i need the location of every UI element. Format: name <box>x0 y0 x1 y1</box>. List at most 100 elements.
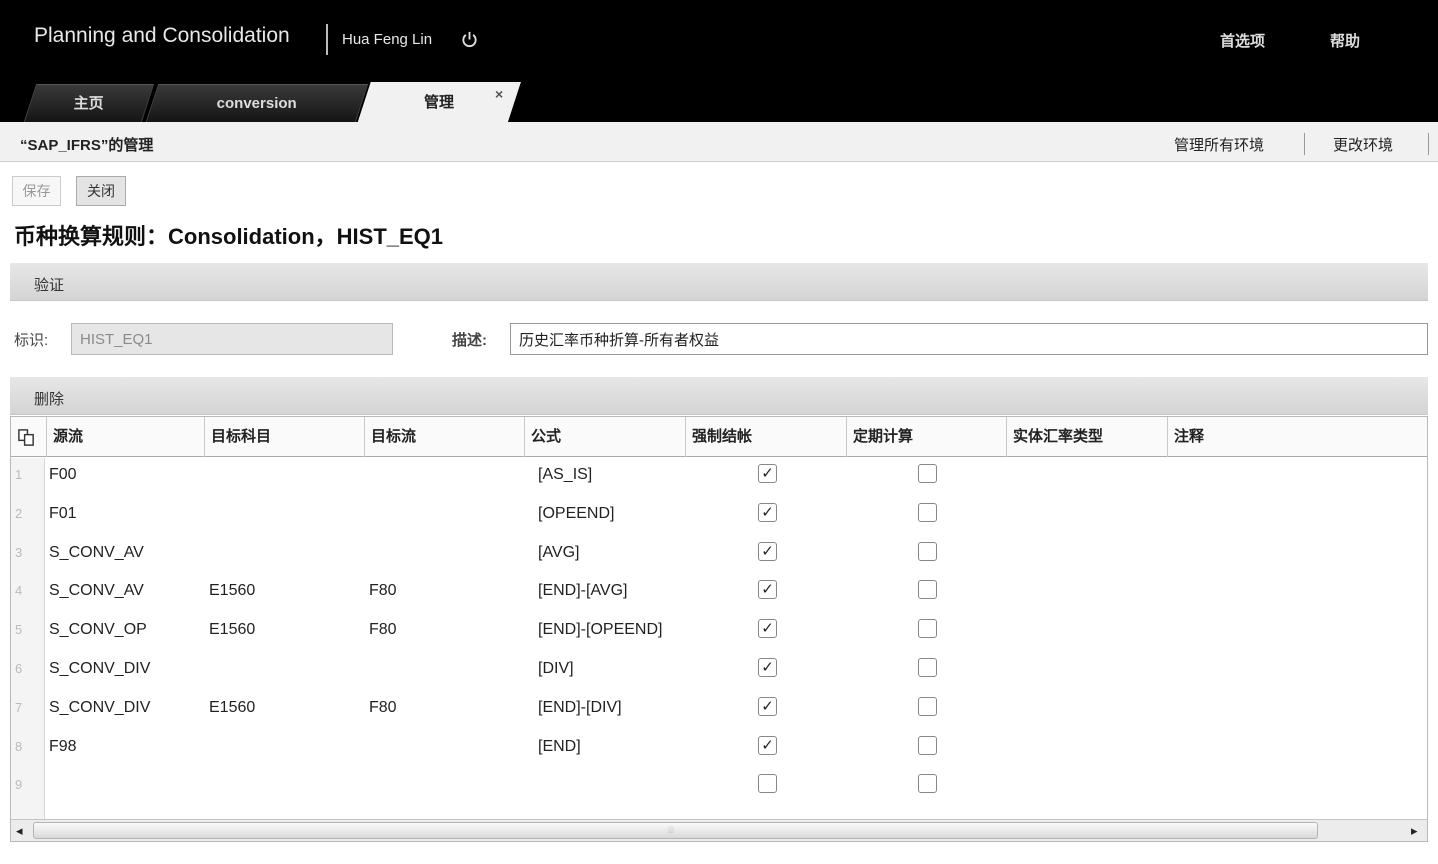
column-header-target-account[interactable]: 目标科目 <box>205 417 365 457</box>
manage-all-envs-link[interactable]: 管理所有环境 <box>1174 134 1264 155</box>
grid-header: 源流 目标科目 目标流 公式 强制结帐 定期计算 实体汇率类型 注释 <box>11 417 1427 457</box>
scroll-left-arrow-icon[interactable]: ◂ <box>16 823 23 839</box>
row-number: 5 <box>15 622 23 638</box>
target-account-cell[interactable]: E1560 <box>209 699 255 717</box>
table-row[interactable]: 8 F98 [END] ✓ <box>11 728 1427 767</box>
periodic-calc-checkbox[interactable] <box>918 658 937 677</box>
delete-label[interactable]: 删除 <box>34 388 64 409</box>
checkmark-icon: ✓ <box>761 503 774 521</box>
force-close-checkbox[interactable]: ✓ <box>758 619 777 639</box>
tab-home-label: 主页 <box>73 95 104 112</box>
source-flow-cell[interactable]: F98 <box>49 738 77 756</box>
id-field <box>71 323 393 355</box>
column-header-force-close[interactable]: 强制结帐 <box>686 417 847 457</box>
grip-icon: ⦙⦙⦙ <box>668 825 675 835</box>
periodic-calc-checkbox[interactable] <box>918 619 937 639</box>
formula-cell[interactable]: [OPEEND] <box>538 505 614 523</box>
column-header-note[interactable]: 注释 <box>1168 417 1427 457</box>
change-env-link[interactable]: 更改环境 <box>1333 134 1393 155</box>
force-close-checkbox[interactable]: ✓ <box>758 658 777 677</box>
force-close-checkbox[interactable]: ✓ <box>758 735 777 755</box>
strip-divider <box>1304 133 1305 155</box>
periodic-calc-checkbox[interactable] <box>918 580 937 600</box>
horizontal-scrollbar[interactable]: ◂ ⦙⦙⦙ ▸ <box>11 819 1427 841</box>
row-number: 6 <box>15 661 23 676</box>
scroll-right-arrow-icon[interactable]: ▸ <box>1411 823 1418 839</box>
force-close-checkbox[interactable] <box>758 774 777 794</box>
force-close-checkbox[interactable]: ✓ <box>758 502 777 522</box>
select-all-header[interactable] <box>11 417 47 457</box>
formula-cell[interactable]: [END]-[AVG] <box>538 582 628 600</box>
description-label: 描述: <box>452 332 487 349</box>
formula-cell[interactable]: [AS_IS] <box>538 466 592 484</box>
periodic-calc-checkbox[interactable] <box>918 541 937 561</box>
table-row[interactable]: 5 S_CONV_OP E1560 F80 [END]-[OPEEND] ✓ <box>11 611 1427 650</box>
power-icon[interactable] <box>460 30 479 49</box>
source-flow-cell[interactable]: S_CONV_DIV <box>49 660 150 678</box>
column-header-formula[interactable]: 公式 <box>525 417 686 457</box>
page-title: 币种换算规则：Consolidation，HIST_EQ1 <box>14 224 444 249</box>
source-flow-cell[interactable]: S_CONV_AV <box>49 544 144 562</box>
scroll-thumb[interactable]: ⦙⦙⦙ <box>33 822 1318 839</box>
save-button[interactable]: 保存 <box>12 176 61 206</box>
checkmark-icon: ✓ <box>761 465 774 482</box>
row-number: 7 <box>15 699 23 715</box>
validation-section-header: 验证 <box>10 263 1428 301</box>
user-name[interactable]: Hua Feng Lin <box>342 31 432 48</box>
preferences-link[interactable]: 首选项 <box>1220 30 1265 51</box>
top-header: Planning and Consolidation Hua Feng Lin … <box>0 0 1438 124</box>
target-flow-cell[interactable]: F80 <box>369 621 397 639</box>
periodic-calc-checkbox[interactable] <box>918 696 937 716</box>
rules-section-header: 删除 <box>10 377 1428 415</box>
column-header-source-flow[interactable]: 源流 <box>47 417 205 457</box>
target-flow-cell[interactable]: F80 <box>369 582 397 600</box>
help-link[interactable]: 帮助 <box>1330 30 1360 51</box>
table-row[interactable]: 9 <box>11 766 1427 805</box>
formula-cell[interactable]: [AVG] <box>538 544 580 562</box>
tab-admin-label: 管理 <box>423 94 454 111</box>
force-close-checkbox[interactable]: ✓ <box>758 580 777 600</box>
tab-home[interactable]: 主页 <box>23 84 155 122</box>
breadcrumb: “SAP_IFRS”的管理 <box>20 137 154 154</box>
formula-cell[interactable]: [DIV] <box>538 660 574 678</box>
copy-rows-icon[interactable] <box>17 428 36 447</box>
tab-conversion[interactable]: conversion <box>145 84 369 122</box>
formula-cell[interactable]: [END] <box>538 738 581 756</box>
periodic-calc-checkbox[interactable] <box>918 774 937 794</box>
close-button[interactable]: 关闭 <box>76 176 126 206</box>
source-flow-cell[interactable]: F01 <box>49 505 77 523</box>
app-title: Planning and Consolidation <box>34 24 290 47</box>
target-account-cell[interactable]: E1560 <box>209 621 255 639</box>
close-icon[interactable]: × <box>495 86 503 102</box>
row-number: 8 <box>15 738 23 754</box>
rules-grid: 源流 目标科目 目标流 公式 强制结帐 定期计算 实体汇率类型 注释 1 F00 [… <box>10 416 1428 842</box>
column-header-periodic[interactable]: 定期计算 <box>847 417 1007 457</box>
table-row[interactable]: 7 S_CONV_DIV E1560 F80 [END]-[DIV] ✓ <box>11 689 1427 728</box>
force-close-checkbox[interactable]: ✓ <box>758 541 777 561</box>
periodic-calc-checkbox[interactable] <box>918 464 937 483</box>
target-flow-cell[interactable]: F80 <box>369 699 397 717</box>
force-close-checkbox[interactable]: ✓ <box>758 696 777 716</box>
periodic-calc-checkbox[interactable] <box>918 735 937 755</box>
description-field[interactable] <box>510 323 1428 355</box>
id-label: 标识: <box>14 332 49 349</box>
source-flow-cell[interactable]: F00 <box>49 466 77 484</box>
checkmark-icon: ✓ <box>761 659 774 676</box>
table-row[interactable]: 6 S_CONV_DIV [DIV] ✓ <box>11 650 1427 689</box>
row-number: 1 <box>15 467 23 482</box>
source-flow-cell[interactable]: S_CONV_DIV <box>49 699 150 717</box>
formula-cell[interactable]: [END]-[OPEEND] <box>538 621 662 639</box>
target-account-cell[interactable]: E1560 <box>209 582 255 600</box>
source-flow-cell[interactable]: S_CONV_OP <box>49 621 147 639</box>
periodic-calc-checkbox[interactable] <box>918 502 937 522</box>
formula-cell[interactable]: [END]-[DIV] <box>538 699 622 717</box>
table-row[interactable]: 4 S_CONV_AV E1560 F80 [END]-[AVG] ✓ <box>11 572 1427 611</box>
source-flow-cell[interactable]: S_CONV_AV <box>49 582 144 600</box>
force-close-checkbox[interactable]: ✓ <box>758 464 777 483</box>
table-row[interactable]: 1 F00 [AS_IS] ✓ <box>11 456 1427 495</box>
table-row[interactable]: 3 S_CONV_AV [AVG] ✓ <box>11 534 1427 573</box>
column-header-target-flow[interactable]: 目标流 <box>365 417 525 457</box>
column-header-entity-rate-type[interactable]: 实体汇率类型 <box>1007 417 1168 457</box>
table-row[interactable]: 2 F01 [OPEEND] ✓ <box>11 495 1427 534</box>
title-separator <box>326 24 328 55</box>
